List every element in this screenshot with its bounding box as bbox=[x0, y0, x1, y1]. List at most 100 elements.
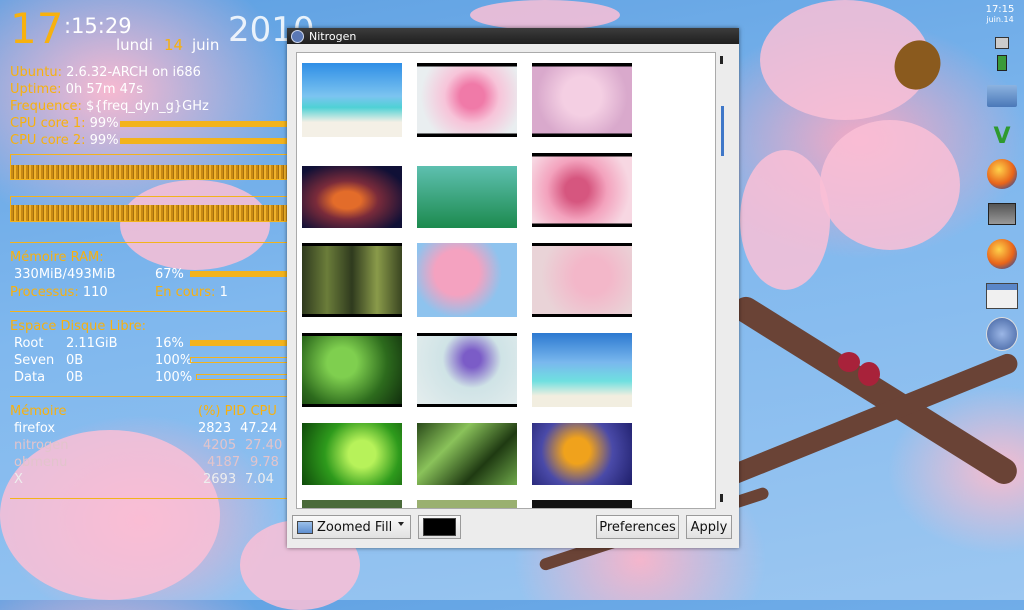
window-icon[interactable] bbox=[986, 280, 1018, 312]
thumbnail-pink-soft[interactable] bbox=[532, 243, 632, 317]
folder-icon[interactable] bbox=[986, 80, 1018, 112]
thumbnail-pine[interactable] bbox=[417, 423, 517, 485]
conky-label: Frequence: bbox=[10, 99, 82, 114]
window-title: Nitrogen bbox=[309, 29, 357, 43]
disk-name: Data bbox=[14, 370, 46, 385]
memory-value: 330MiB/493MiB bbox=[14, 267, 116, 282]
running-label: En cours: bbox=[155, 285, 216, 300]
thumbnail-pink-blossom[interactable] bbox=[417, 63, 517, 137]
disk-title: Espace Disque Libre: bbox=[10, 319, 147, 334]
vim-icon[interactable]: V bbox=[986, 120, 1018, 152]
top-cpu: 27.40 bbox=[245, 438, 283, 453]
thumbnail-palm-beach[interactable] bbox=[532, 333, 632, 407]
disk-value: 0B bbox=[66, 370, 84, 385]
thumbnail-partial[interactable] bbox=[532, 500, 632, 508]
thumbnail-grid bbox=[296, 52, 716, 509]
conky-value: 99% bbox=[89, 133, 119, 148]
thumbnail-green-bamboo[interactable] bbox=[302, 333, 402, 407]
color-button[interactable] bbox=[418, 515, 461, 539]
conky-label: CPU core 1: bbox=[10, 116, 86, 131]
conky-value: 2.6.32-ARCH on i686 bbox=[66, 65, 201, 80]
process-label: Processus: bbox=[10, 285, 79, 300]
vertical-scrollbar[interactable] bbox=[718, 56, 726, 502]
top-pid: 2823 bbox=[198, 421, 232, 436]
thumbnail-bee-blossom[interactable] bbox=[417, 243, 517, 317]
thumbnail-partial[interactable] bbox=[302, 500, 402, 508]
disk-name: Root bbox=[14, 336, 44, 351]
top-cpu: 9.78 bbox=[250, 455, 279, 470]
dock-clock: 17:15 juin.14 bbox=[982, 4, 1018, 24]
conky-value: 99% bbox=[89, 116, 119, 131]
process-value: 110 bbox=[82, 285, 108, 300]
divider bbox=[10, 498, 290, 499]
cpu2-bar bbox=[120, 138, 288, 144]
scroll-thumb[interactable] bbox=[721, 106, 724, 156]
conky-value: 0h 57m 47s bbox=[65, 82, 143, 97]
scroll-down-arrow[interactable] bbox=[720, 494, 723, 502]
disk-value: 2.11GiB bbox=[66, 336, 118, 351]
clock-month: juin bbox=[192, 36, 220, 54]
memory-title: Mémoire RAM: bbox=[10, 250, 104, 265]
thumbnail-partial[interactable] bbox=[417, 500, 517, 508]
thumbnail-iris[interactable] bbox=[417, 333, 517, 407]
thumbnail-galaxy[interactable] bbox=[302, 166, 402, 228]
apply-button[interactable]: Apply bbox=[686, 515, 732, 539]
clock-day: lundi bbox=[116, 36, 153, 54]
firefox-icon-2[interactable] bbox=[986, 238, 1018, 270]
mode-select[interactable]: Zoomed Fill bbox=[292, 515, 411, 539]
top-columns: (%) PID CPU bbox=[198, 404, 277, 419]
disk-value: 0B bbox=[66, 353, 84, 368]
window-footer: Zoomed Fill Preferences Apply bbox=[287, 512, 739, 548]
cpu1-bar bbox=[120, 121, 288, 127]
thumbnail-pink-flower[interactable] bbox=[532, 153, 632, 227]
color-swatch bbox=[423, 518, 456, 536]
dock-time: 17:15 bbox=[985, 4, 1015, 15]
memory-bar bbox=[190, 271, 288, 277]
thumbnail-blossom-blur[interactable] bbox=[532, 63, 632, 137]
disk-bar bbox=[196, 374, 290, 380]
thumbnail-beach-hut[interactable] bbox=[302, 63, 402, 137]
scroll-up-arrow[interactable] bbox=[720, 56, 723, 64]
window-titlebar[interactable]: Nitrogen bbox=[287, 28, 739, 44]
conky-label: CPU core 2: bbox=[10, 133, 86, 148]
disk-bar bbox=[190, 340, 288, 346]
cpu1-graph bbox=[10, 154, 290, 180]
divider bbox=[10, 311, 290, 312]
mode-icon bbox=[297, 520, 313, 534]
divider bbox=[10, 396, 290, 397]
top-pid: 2693 bbox=[203, 472, 237, 487]
conky-value: ${freq_dyn_g}GHz bbox=[85, 99, 209, 114]
conky-label: Uptime: bbox=[10, 82, 62, 97]
clock-hour: 17 bbox=[10, 4, 64, 53]
clock-date: 14 bbox=[164, 36, 184, 54]
right-dock: 17:15 juin.14 V bbox=[980, 0, 1024, 600]
monitor-icon[interactable] bbox=[986, 198, 1018, 230]
top-pid: 4187 bbox=[207, 455, 241, 470]
thumbnail-bamboo[interactable] bbox=[302, 243, 402, 317]
mode-value: Zoomed Fill bbox=[317, 519, 393, 535]
disk-bar bbox=[190, 357, 290, 363]
top-name: firefox bbox=[14, 421, 56, 436]
openbox-icon[interactable] bbox=[986, 317, 1018, 351]
thumbnail-fern[interactable] bbox=[302, 423, 402, 485]
conky-label: Ubuntu: bbox=[10, 65, 62, 80]
memory-percent: 67% bbox=[155, 267, 184, 282]
cpu2-graph bbox=[10, 196, 290, 222]
thumbnail-daisy[interactable] bbox=[532, 423, 632, 485]
preferences-button[interactable]: Preferences bbox=[596, 515, 679, 539]
top-pid: 4205 bbox=[203, 438, 237, 453]
top-cpu: 7.04 bbox=[245, 472, 274, 487]
top-name: obmenu bbox=[14, 455, 68, 470]
disk-pct: 100% bbox=[155, 353, 193, 368]
thumbnail-green-grass[interactable] bbox=[417, 166, 517, 228]
divider bbox=[10, 242, 290, 243]
disk-name: Seven bbox=[14, 353, 55, 368]
screen-icon[interactable] bbox=[986, 34, 1018, 52]
dock-date: juin.14 bbox=[986, 15, 1014, 24]
top-title: Mémoire bbox=[10, 404, 67, 419]
chevron-down-icon bbox=[398, 522, 404, 526]
battery-icon[interactable] bbox=[986, 54, 1018, 72]
top-name: nitrogen bbox=[14, 438, 69, 453]
firefox-icon[interactable] bbox=[986, 158, 1018, 190]
top-name: X bbox=[14, 472, 23, 487]
